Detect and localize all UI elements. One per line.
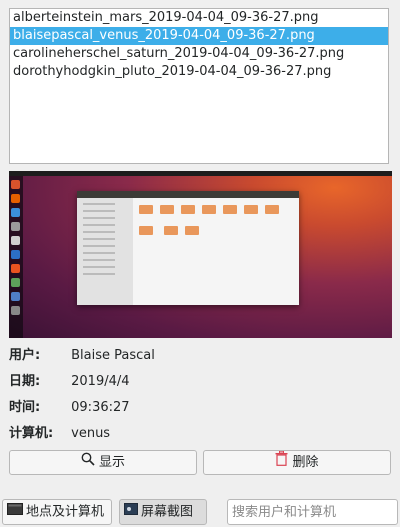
screenshot-icon <box>124 500 138 524</box>
trash-icon <box>275 450 288 474</box>
file-list-item[interactable]: alberteinstein_mars_2019-04-04_09-36-27.… <box>10 9 388 27</box>
file-list-item[interactable]: carolineherschel_saturn_2019-04-04_09-36… <box>10 45 388 63</box>
preview-top-bar <box>9 171 392 176</box>
location-computer-tab[interactable]: 地点及计算机 <box>2 499 112 525</box>
time-label: 时间: <box>9 400 41 415</box>
screenshot-tab-label: 屏幕截图 <box>141 504 194 520</box>
delete-button-label: 删除 <box>292 455 319 470</box>
screenshot-preview <box>9 171 392 338</box>
user-label: 用户: <box>9 348 41 363</box>
computer-value: venus <box>71 426 111 441</box>
file-list-item-selected[interactable]: blaisepascal_venus_2019-04-04_09-36-27.p… <box>10 27 388 45</box>
preview-file-manager-window <box>77 191 299 305</box>
search-icon <box>81 451 95 474</box>
date-label: 日期: <box>9 374 41 389</box>
date-row: 日期: 2019/4/4 <box>9 372 130 392</box>
computer-label: 计算机: <box>9 426 54 441</box>
file-list-item[interactable]: dorothyhodgkin_pluto_2019-04-04_09-36-27… <box>10 63 388 81</box>
delete-button[interactable]: 删除 <box>203 450 391 475</box>
window-icon <box>7 500 23 524</box>
show-button[interactable]: 显示 <box>9 450 197 475</box>
user-value: Blaise Pascal <box>71 348 155 363</box>
screenshot-file-list[interactable]: alberteinstein_mars_2019-04-04_09-36-27.… <box>9 8 389 164</box>
show-button-label: 显示 <box>98 455 125 470</box>
computer-row: 计算机: venus <box>9 424 110 444</box>
preview-dock <box>9 176 23 338</box>
location-computer-tab-label: 地点及计算机 <box>26 504 105 520</box>
time-value: 09:36:27 <box>71 400 130 415</box>
screenshot-tab[interactable]: 屏幕截图 <box>119 499 207 525</box>
user-row: 用户: Blaise Pascal <box>9 346 155 366</box>
time-row: 时间: 09:36:27 <box>9 398 130 418</box>
search-users-computers-input[interactable] <box>227 499 398 525</box>
date-value: 2019/4/4 <box>71 374 130 389</box>
